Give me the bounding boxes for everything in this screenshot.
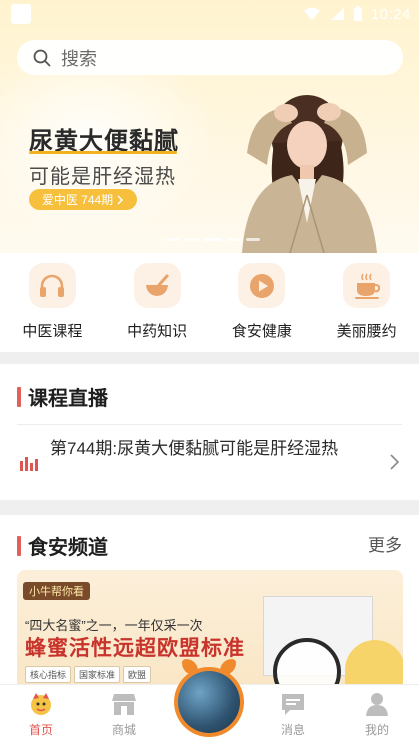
card-tag: 核心指标 [25,666,72,683]
card-tag: 国家标准 [74,666,121,683]
live-section-header: 课程直播 [17,382,108,411]
signal-icon [330,8,344,20]
category-icon-box [343,263,391,308]
search-placeholder: 搜索 [61,48,97,69]
live-course-section: 课程直播 第744期:尿黄大便黏腻可能是肝经湿热 [0,364,419,500]
category-icon-box [133,263,181,308]
section-divider [17,424,402,425]
section-accent-bar [17,386,21,407]
top-banner[interactable]: 10:24 搜索 尿黄大便黏腻 可能是肝经湿热 爱中医 744期 [0,0,419,253]
user-icon [366,693,388,716]
category-grid: 中医课程 中药知识 食安健康 美丽腰约 [0,253,419,352]
banner-episode-badge[interactable]: 爱中医 744期 [29,189,137,210]
status-icons: 10:24 [303,4,411,24]
banner-episode-label: 爱中医 744期 [41,193,114,207]
section-accent-bar [17,535,21,556]
food-section-header: 食安频道 [17,531,108,560]
carousel-indicator [166,238,260,241]
wifi-icon [303,7,320,20]
tab-mall[interactable]: 商城 [94,691,154,738]
coffee-cup-icon [354,273,380,299]
food-section-title: 食安频道 [28,537,108,559]
center-button-image [178,671,240,733]
category-food-safety[interactable]: 食安健康 [212,253,312,352]
status-time: 10:24 [370,5,411,23]
live-course-title: 第744期:尿黄大便黏腻可能是肝经湿热 [50,439,339,458]
category-label: 中药知识 [127,323,188,340]
search-bar[interactable]: 搜索 [17,40,403,75]
bottom-tab-bar: 首页 商城 消息 我的 [0,659,419,744]
category-tcm-course[interactable]: 中医课程 [2,253,102,352]
category-icon-box [238,263,286,308]
category-beauty-waist[interactable]: 美丽腰约 [317,253,417,352]
message-icon [282,694,304,715]
more-link[interactable]: 更多 [368,531,402,556]
category-label: 食安健康 [231,323,292,340]
headphones-icon [40,274,65,297]
search-icon [33,49,51,66]
banner-woman-illustration [242,95,377,253]
play-icon [249,273,274,298]
store-icon [112,694,136,715]
center-feature-button[interactable] [174,659,244,737]
category-herb-knowledge[interactable]: 中药知识 [107,253,207,352]
mortar-pestle-icon [146,274,169,296]
tab-label: 我的 [364,723,389,737]
banner-subtitle: 可能是肝经湿热 [29,166,176,188]
tab-label: 首页 [28,723,53,737]
category-label: 美丽腰约 [336,323,397,340]
center-button-ring [174,667,244,737]
live-equalizer-icon [20,457,38,471]
tab-label: 商城 [111,723,136,737]
card-brand-badge: 小牛帮你看 [23,582,90,600]
category-icon-box [28,263,76,308]
live-course-item[interactable]: 第744期:尿黄大便黏腻可能是肝经湿热 [17,437,403,489]
card-tags: 核心指标 国家标准 欧盟 [25,666,152,683]
tab-label: 消息 [280,723,305,737]
banner-title-underline [29,151,177,154]
live-section-title: 课程直播 [28,388,108,410]
card-tag: 欧盟 [123,666,152,683]
honey-jar-image [345,640,403,690]
app-notification-icon [11,4,31,24]
chevron-right-icon [117,194,124,205]
tab-home[interactable]: 首页 [11,691,71,738]
card-headline: 蜂蜜活性远超欧盟标准 [25,637,245,660]
status-bar: 10:24 [0,0,419,28]
tab-messages[interactable]: 消息 [263,691,323,738]
chevron-right-icon [390,454,399,470]
mascot-home-icon [31,693,51,715]
battery-icon [353,6,362,21]
tab-profile[interactable]: 我的 [347,691,407,738]
category-label: 中医课程 [22,323,83,340]
